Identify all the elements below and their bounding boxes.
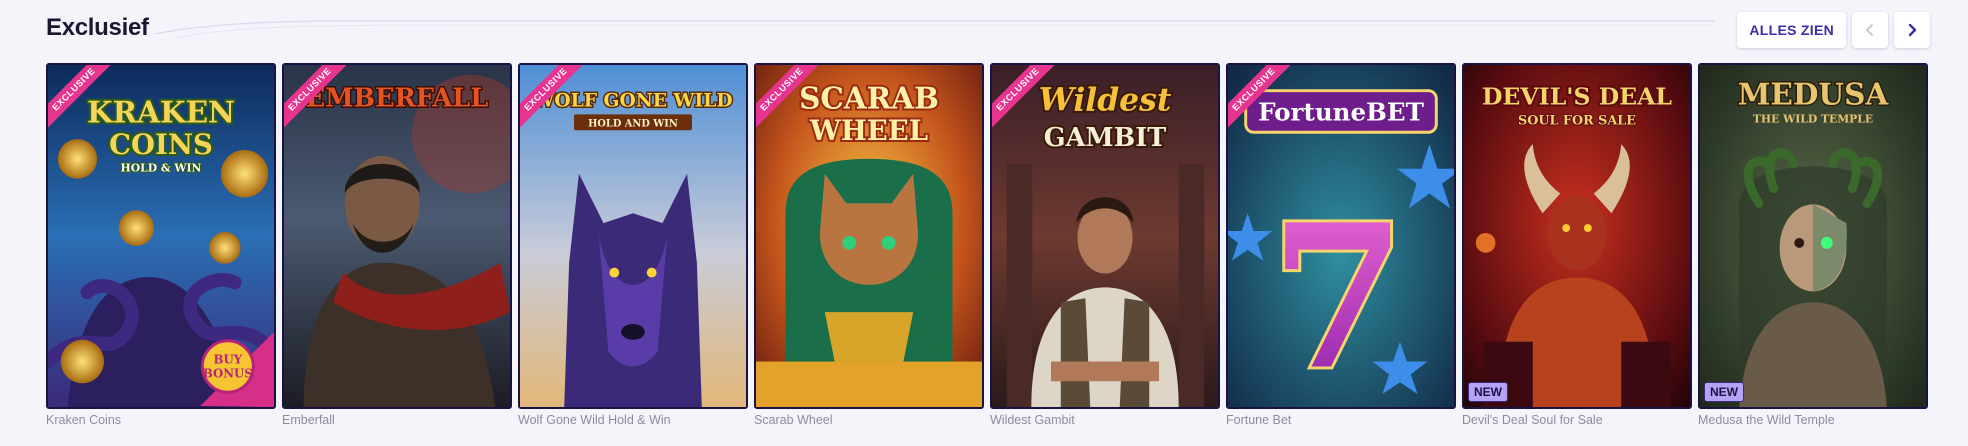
view-all-button[interactable]: ALLES ZIEN	[1737, 12, 1846, 48]
game-logo-text: COINS	[109, 128, 213, 161]
game-card[interactable]: BUY BONUS KRAKEN COINS HOLD & WIN EXCLUS…	[46, 63, 276, 427]
sticker-text: BONUS	[203, 366, 253, 380]
game-title[interactable]: Scarab Wheel	[754, 413, 984, 427]
new-badge: NEW	[1704, 382, 1744, 402]
fortune-seven-symbol: 7	[1270, 182, 1407, 407]
fortune-bet-artwork: 7 FortuneBET	[1228, 65, 1454, 407]
game-logo-text: SCARAB	[799, 80, 939, 115]
game-logo-text: Wildest	[1039, 81, 1172, 118]
game-title[interactable]: Medusa the Wild Temple	[1698, 413, 1928, 427]
game-logo-text: MEDUSA	[1738, 76, 1890, 111]
game-logo-text: KRAKEN	[87, 94, 235, 129]
game-thumbnail[interactable]: 7 FortuneBET EXCLUSIVE	[1226, 63, 1456, 409]
carousel-navigation: ALLES ZIEN	[1737, 12, 1930, 48]
chevron-left-icon	[1866, 24, 1873, 36]
game-card[interactable]: WOLF GONE WILD HOLD AND WIN EXCLUSIVE Wo…	[518, 63, 748, 427]
game-title[interactable]: Wolf Gone Wild Hold & Win	[518, 413, 748, 427]
game-logo-text: WHEEL	[809, 114, 928, 147]
game-title[interactable]: Emberfall	[282, 413, 512, 427]
game-title[interactable]: Devil's Deal Soul for Sale	[1462, 413, 1692, 427]
game-logo-text: EMBERFALL	[306, 83, 488, 113]
game-logo-subtext: SOUL FOR SALE	[1518, 113, 1636, 128]
game-logo-subtext: HOLD AND WIN	[588, 118, 678, 129]
new-badge: NEW	[1468, 382, 1508, 402]
game-title[interactable]: Fortune Bet	[1226, 413, 1456, 427]
game-card[interactable]: MEDUSA THE WILD TEMPLE NEW Medusa the Wi…	[1698, 63, 1928, 427]
sticker-text: BUY	[214, 352, 243, 366]
kraken-coins-artwork: BUY BONUS KRAKEN COINS HOLD & WIN	[48, 65, 274, 407]
game-thumbnail[interactable]: DEVIL'S DEAL SOUL FOR SALE NEW	[1462, 63, 1692, 409]
title-decoration	[155, 20, 1715, 39]
game-thumbnail[interactable]: EMBERFALL EXCLUSIVE	[282, 63, 512, 409]
game-thumbnail[interactable]: WOLF GONE WILD HOLD AND WIN EXCLUSIVE	[518, 63, 748, 409]
game-thumbnail[interactable]: SCARAB WHEEL EXCLUSIVE	[754, 63, 984, 409]
game-logo-subtext: HOLD & WIN	[121, 162, 202, 175]
game-card[interactable]: 7 FortuneBET EXCLUSIVE Fortune Bet	[1226, 63, 1456, 427]
game-logo-subtext: THE WILD TEMPLE	[1753, 112, 1873, 125]
game-thumbnail[interactable]: MEDUSA THE WILD TEMPLE NEW	[1698, 63, 1928, 409]
chevron-right-icon	[1908, 23, 1917, 37]
game-grid: BUY BONUS KRAKEN COINS HOLD & WIN EXCLUS…	[46, 63, 1928, 427]
game-logo-text: FortuneBET	[1258, 97, 1424, 126]
game-logo-text: GAMBIT	[1044, 123, 1166, 153]
game-card[interactable]: DEVIL'S DEAL SOUL FOR SALE NEW Devil's D…	[1462, 63, 1692, 427]
devils-deal-artwork: DEVIL'S DEAL SOUL FOR SALE	[1464, 65, 1690, 407]
section-title: Exclusief	[46, 14, 149, 41]
game-logo-text: WOLF GONE WILD	[532, 89, 732, 111]
scarab-wheel-artwork: SCARAB WHEEL	[756, 65, 982, 407]
wolf-gone-wild-artwork: WOLF GONE WILD HOLD AND WIN	[520, 65, 746, 407]
prev-button[interactable]	[1852, 12, 1888, 48]
game-title[interactable]: Wildest Gambit	[990, 413, 1220, 427]
wildest-gambit-artwork: Wildest GAMBIT	[992, 65, 1218, 407]
game-card[interactable]: Wildest GAMBIT EXCLUSIVE Wildest Gambit	[990, 63, 1220, 427]
game-thumbnail[interactable]: BUY BONUS KRAKEN COINS HOLD & WIN EXCLUS…	[46, 63, 276, 409]
game-logo-text: DEVIL'S DEAL	[1482, 82, 1672, 110]
game-card[interactable]: EMBERFALL EXCLUSIVE Emberfall	[282, 63, 512, 427]
next-button[interactable]	[1894, 12, 1930, 48]
game-thumbnail[interactable]: Wildest GAMBIT EXCLUSIVE	[990, 63, 1220, 409]
game-card[interactable]: SCARAB WHEEL EXCLUSIVE Scarab Wheel	[754, 63, 984, 427]
medusa-artwork: MEDUSA THE WILD TEMPLE	[1700, 65, 1926, 407]
emberfall-artwork: EMBERFALL	[284, 65, 510, 407]
game-title[interactable]: Kraken Coins	[46, 413, 276, 427]
